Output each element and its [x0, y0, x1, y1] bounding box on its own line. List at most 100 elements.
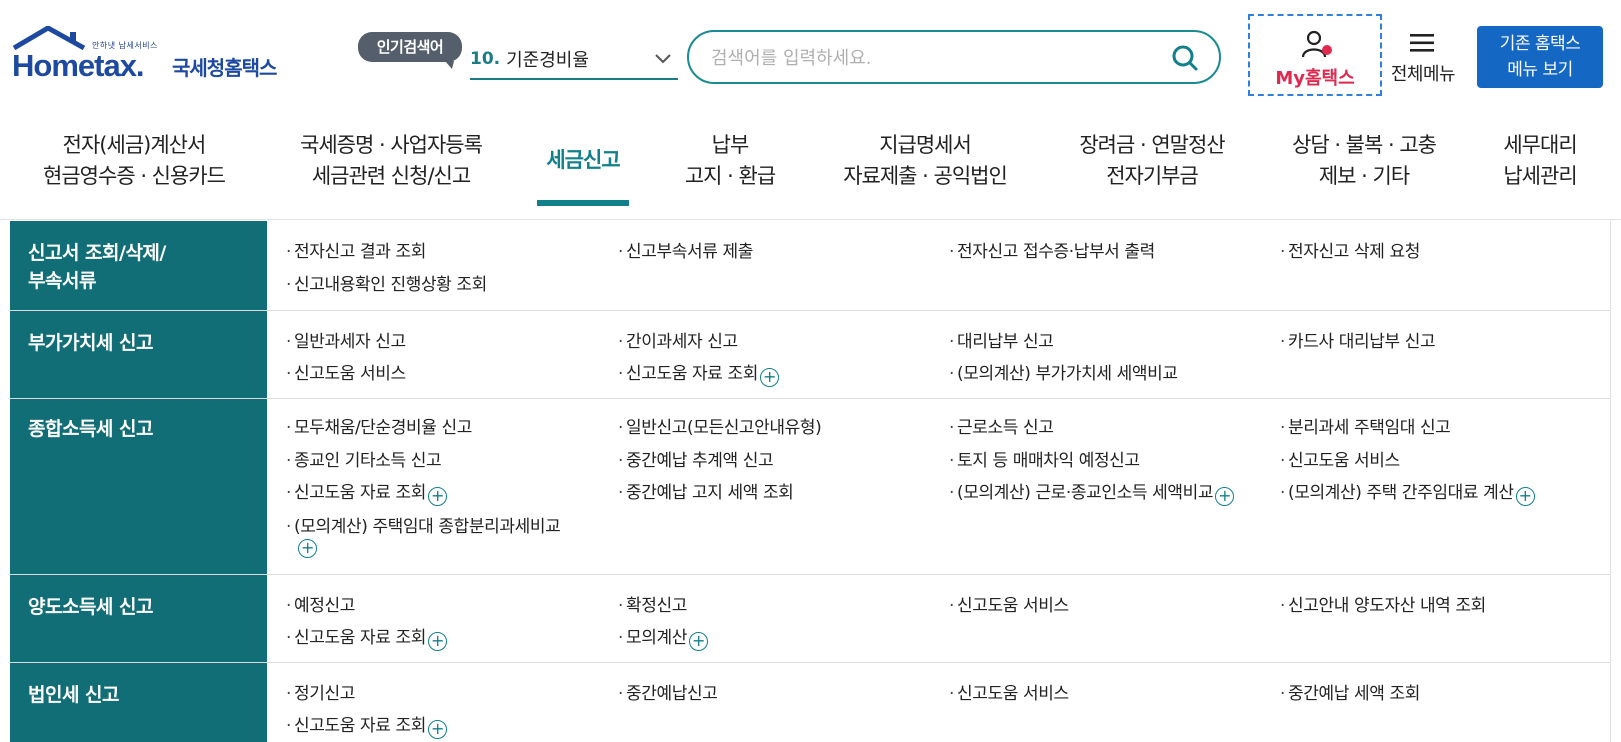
tax-filing-submenu: 신고서 조회/삭제/ 부속서류 · 전자신고 결과 조회 · 신고부속서류 제출 ·… — [10, 221, 1611, 742]
menu-link[interactable]: · 근로소득 신고 — [949, 413, 1054, 438]
expand-plus-icon[interactable]: + — [427, 720, 447, 739]
logo-korean: 국세청홈택스 — [172, 56, 277, 80]
old-hometax-button[interactable]: 기존 홈택스 메뉴 보기 — [1477, 26, 1603, 88]
popular-search-badge: 인기검색어 — [358, 32, 462, 69]
gnb-line2: 자료제출 · 공익법인 — [843, 164, 1008, 188]
menu-link[interactable]: · 신고도움 서비스 — [949, 591, 1069, 616]
expand-plus-icon[interactable]: + — [759, 368, 779, 387]
menu-link[interactable]: · 신고도움 자료 조회 + — [286, 478, 447, 506]
menu-link[interactable]: · 신고안내 양도자산 내역 조회 — [1280, 591, 1486, 616]
menu-link[interactable]: · 신고내용확인 진행상황 조회 — [286, 270, 487, 295]
menu-row-income-tax: 종합소득세 신고 · 모두채움/단순경비율 신고 · 일반신고(모든신고안내유형) … — [10, 399, 1611, 575]
menu-row-corporate-tax: 법인세 신고 · 정기신고 · 중간예납신고 · 신고도움 서비스 · 중간예납 세액 … — [10, 663, 1611, 742]
gnb-item-e-invoice[interactable]: 전자(세금)계산서 현금영수증 · 신용카드 — [34, 130, 234, 192]
all-menu-button[interactable]: 전체메뉴 — [1383, 28, 1463, 88]
menu-link[interactable]: · 신고도움 서비스 — [949, 679, 1069, 704]
menu-link[interactable]: · (모의계산) 주택임대 종합분리과세비교 — [286, 512, 561, 537]
my-hometax-label: My홈택스 — [1275, 68, 1355, 89]
menu-link[interactable]: · 신고도움 자료 조회 + — [286, 623, 447, 651]
gnb-line1: 국세증명 · 사업자등록 — [300, 133, 483, 157]
gnb-item-incentive[interactable]: 장려금 · 연말정산 전자기부금 — [1064, 130, 1240, 192]
gnb-line2: 고지 · 환급 — [684, 164, 776, 188]
menu-link-expand[interactable]: + — [296, 535, 317, 558]
expand-plus-icon[interactable]: + — [688, 632, 708, 651]
gnb-line1: 세금신고 — [546, 148, 620, 172]
menu-link[interactable]: · 카드사 대리납부 신고 — [1280, 327, 1436, 352]
gnb-item-payment[interactable]: 납부 고지 · 환급 — [670, 130, 790, 192]
menu-link[interactable]: · (모의계산) 근로·종교인소득 세액비교 + — [949, 478, 1235, 506]
menu-link[interactable]: · 종교인 기타소득 신고 — [286, 446, 442, 471]
gnb-active-underline — [537, 200, 629, 206]
gnb-line2: 현금영수증 · 신용카드 — [43, 164, 226, 188]
search-icon[interactable] — [1171, 44, 1199, 72]
gnb-line2: 제보 · 기타 — [1318, 164, 1410, 188]
gnb-item-consulting[interactable]: 상담 · 불복 · 고충 제보 · 기타 — [1276, 130, 1452, 192]
menu-link[interactable]: · 신고도움 자료 조회 + — [286, 711, 447, 739]
menu-link[interactable]: · 토지 등 매매차익 예정신고 — [949, 446, 1140, 471]
expand-plus-icon[interactable]: + — [427, 487, 447, 506]
menu-link[interactable]: · 신고부속서류 제출 — [618, 237, 753, 262]
row-title: 법인세 신고 — [28, 684, 120, 706]
old-hometax-line2: 메뉴 보기 — [1507, 60, 1573, 80]
gnb-item-payment-statement[interactable]: 지급명세서 자료제출 · 공익법인 — [832, 130, 1018, 192]
menu-link[interactable]: · 전자신고 삭제 요청 — [1280, 237, 1420, 262]
old-hometax-line1: 기존 홈택스 — [1499, 34, 1581, 54]
menu-link[interactable]: · 확정신고 — [618, 591, 687, 616]
chevron-down-icon[interactable] — [654, 52, 672, 64]
menu-link[interactable]: · 신고도움 자료 조회 + — [618, 359, 779, 387]
user-icon — [1302, 30, 1332, 58]
menu-link[interactable]: · 전자신고 접수증·납부서 출력 — [949, 237, 1155, 262]
menu-row-transfer-tax: 양도소득세 신고 · 예정신고 · 확정신고 · 신고도움 서비스 · 신고안내 양도자… — [10, 575, 1611, 663]
gnb-line1: 장려금 · 연말정산 — [1079, 133, 1225, 157]
menu-link[interactable]: · 정기신고 — [286, 679, 355, 704]
row-title: 종합소득세 신고 — [28, 418, 153, 440]
row-title: 신고서 조회/삭제/ 부속서류 — [28, 239, 258, 295]
menu-row-vat: 부가가치세 신고 · 일반과세자 신고 · 간이과세자 신고 · 대리납부 신고 · 카… — [10, 311, 1611, 399]
gnb-line2: 전자기부금 — [1106, 164, 1199, 188]
menu-link[interactable]: · 분리과세 주택임대 신고 — [1280, 413, 1451, 438]
gnb-line2: 세금관련 신청/신고 — [311, 164, 471, 188]
header: 안하냇 납세서비스 Hometax. 국세청홈택스 인기검색어 10. 기준경비… — [0, 0, 1621, 112]
expand-plus-icon[interactable]: + — [1215, 487, 1235, 506]
all-menu-label: 전체메뉴 — [1390, 64, 1456, 85]
menu-link[interactable]: · 예정신고 — [286, 591, 355, 616]
menu-link[interactable]: · 간이과세자 신고 — [618, 327, 738, 352]
menu-link[interactable]: · 모두채움/단순경비율 신고 — [286, 413, 472, 438]
gnb-line2: 납세관리 — [1503, 164, 1577, 188]
gnb-line1: 세무대리 — [1503, 133, 1577, 157]
menu-link[interactable]: · 일반신고(모든신고안내유형) — [618, 413, 822, 438]
expand-plus-icon[interactable]: + — [1515, 487, 1535, 506]
menu-link[interactable]: · 중간예납 추계액 신고 — [618, 446, 774, 471]
menu-link[interactable]: · (모의계산) 주택 간주임대료 계산 + — [1280, 478, 1535, 506]
menu-link[interactable]: · 신고도움 서비스 — [1280, 446, 1400, 471]
expand-plus-icon[interactable]: + — [427, 632, 447, 651]
gnb-item-tax-filing[interactable]: 세금신고 — [537, 145, 629, 176]
expand-plus-icon[interactable]: + — [298, 539, 317, 558]
menu-link[interactable]: · 중간예납 세액 조회 — [1280, 679, 1420, 704]
gnb-line1: 상담 · 불복 · 고충 — [1292, 133, 1437, 157]
my-hometax-button[interactable]: My홈택스 — [1248, 14, 1382, 96]
menu-link[interactable]: · 중간예납 고지 세액 조회 — [618, 478, 794, 503]
hamburger-menu-icon — [1410, 34, 1434, 52]
menu-link[interactable]: · 모의계산 + — [618, 623, 708, 651]
hometax-logo[interactable]: 안하냇 납세서비스 Hometax. 국세청홈택스 — [12, 26, 282, 94]
row-title: 부가가치세 신고 — [28, 332, 153, 354]
search-input[interactable] — [711, 44, 1141, 72]
logo-english: Hometax. — [12, 48, 145, 83]
main-navigation: 전자(세금)계산서 현금영수증 · 신용카드 국세증명 · 사업자등록 세금관련… — [0, 116, 1621, 220]
gnb-item-tax-agent[interactable]: 세무대리 납세관리 — [1486, 130, 1594, 192]
panel-right-border — [1610, 221, 1611, 742]
menu-link[interactable]: · (모의계산) 부가가치세 세액비교 — [949, 359, 1178, 384]
row-title-line1: 신고서 조회/삭제/ — [28, 242, 166, 264]
gnb-line1: 지급명세서 — [879, 133, 972, 157]
gnb-item-certificate[interactable]: 국세증명 · 사업자등록 세금관련 신청/신고 — [286, 130, 496, 192]
menu-link[interactable]: · 전자신고 결과 조회 — [286, 237, 426, 262]
menu-link[interactable]: · 일반과세자 신고 — [286, 327, 406, 352]
menu-link[interactable]: · 중간예납신고 — [618, 679, 718, 704]
menu-link[interactable]: · 신고도움 서비스 — [286, 359, 406, 384]
row-title: 양도소득세 신고 — [28, 596, 153, 618]
menu-row-return-inquiry: 신고서 조회/삭제/ 부속서류 · 전자신고 결과 조회 · 신고부속서류 제출 ·… — [10, 221, 1611, 311]
menu-link[interactable]: · 대리납부 신고 — [949, 327, 1054, 352]
search-box — [687, 30, 1221, 84]
popular-search-select[interactable]: 10. 기준경비율 — [470, 40, 678, 80]
